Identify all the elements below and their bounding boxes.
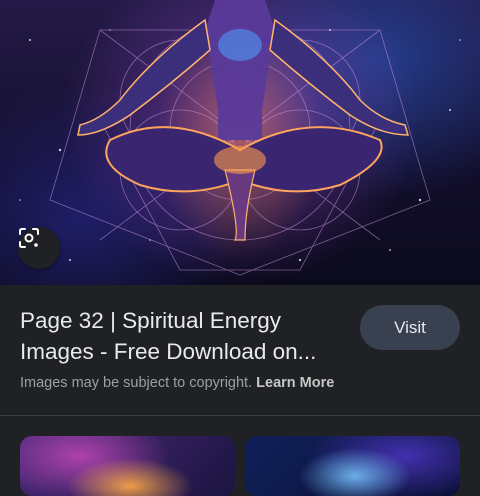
lens-search-button[interactable] bbox=[18, 227, 60, 269]
learn-more-link[interactable]: Learn More bbox=[256, 375, 334, 391]
divider bbox=[0, 415, 480, 416]
visit-button[interactable]: Visit bbox=[360, 305, 460, 350]
lens-search-icon bbox=[19, 228, 39, 248]
figure-silhouette bbox=[77, 0, 410, 241]
related-image-2[interactable] bbox=[245, 436, 460, 496]
meditating-figure-artwork bbox=[19, 0, 461, 276]
copyright-text: Images may be subject to copyright. bbox=[20, 375, 253, 391]
related-image-1[interactable] bbox=[20, 436, 235, 496]
result-title[interactable]: Page 32 | Spiritual Energy Images - Free… bbox=[20, 305, 340, 367]
copyright-notice: Images may be subject to copyright. Lear… bbox=[20, 375, 334, 391]
result-image[interactable] bbox=[0, 0, 480, 285]
